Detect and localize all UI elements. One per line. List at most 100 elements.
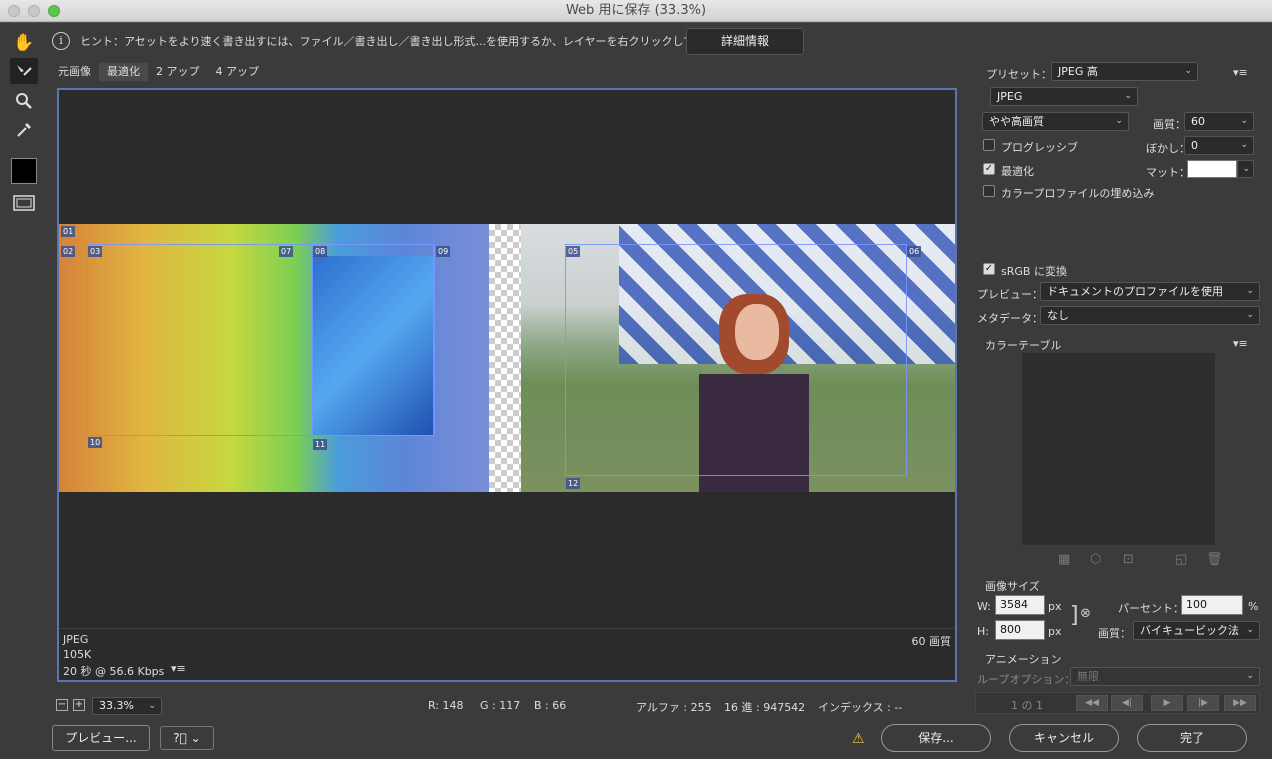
- zoom-in-button[interactable]: +: [73, 699, 85, 711]
- quality-preset-select[interactable]: やや高画質 ⌄: [982, 112, 1129, 131]
- done-button[interactable]: 完了: [1137, 724, 1247, 752]
- matte-color-swatch[interactable]: [1187, 160, 1237, 178]
- last-frame-icon[interactable]: ▶▶: [1224, 695, 1256, 711]
- blur-input[interactable]: 0 ⌄: [1184, 136, 1254, 155]
- hand-tool-icon[interactable]: ✋: [10, 30, 38, 56]
- new-color-icon[interactable]: ◱: [1175, 552, 1187, 567]
- slice-select-tool-icon[interactable]: [10, 58, 38, 84]
- slice-box-05[interactable]: [565, 244, 907, 476]
- resample-quality-label: 画質：: [1098, 627, 1131, 640]
- color-table-label: カラーテーブル: [985, 339, 1062, 352]
- matte-select[interactable]: ⌄: [1237, 160, 1254, 178]
- slice-label-09: 09: [436, 246, 451, 257]
- status-quality: 60 画質: [911, 635, 952, 648]
- transparent-area: [489, 224, 521, 492]
- preset-value: JPEG 高: [1058, 65, 1098, 78]
- percent-input[interactable]: 100: [1181, 595, 1243, 615]
- details-button[interactable]: 詳細情報: [686, 28, 804, 55]
- image-preview: 01 02 03 05 06 07 08 09 10 11 12: [59, 224, 955, 492]
- browser-select[interactable]: ?⃝ ⌄: [160, 726, 214, 750]
- optimized-checkbox[interactable]: ✓: [983, 163, 995, 175]
- chevron-down-icon: ⌄: [1124, 91, 1132, 101]
- close-window-button[interactable]: [8, 5, 20, 17]
- lock-icon[interactable]: ⊡: [1123, 552, 1134, 567]
- quality-preset-value: やや高画質: [989, 115, 1044, 128]
- previous-frame-icon[interactable]: ◀|: [1111, 695, 1143, 711]
- slice-label-11: 11: [313, 439, 328, 450]
- chevron-down-icon: ⌄: [1246, 310, 1254, 320]
- preview-in-browser-button[interactable]: プレビュー...: [52, 725, 150, 751]
- loop-options-label: ループオプション：: [977, 673, 1076, 686]
- warning-icon: ⚠: [852, 731, 865, 747]
- tab-optimized[interactable]: 最適化: [99, 63, 148, 81]
- tab-original[interactable]: 元画像: [50, 63, 99, 81]
- loop-select[interactable]: 無限 ⌄: [1070, 667, 1260, 686]
- browser-help-icon: ?⃝: [173, 731, 187, 745]
- slice-box-08[interactable]: [312, 244, 434, 436]
- zoom-tool-icon[interactable]: [10, 88, 38, 114]
- slice-label-06: 06: [907, 246, 922, 257]
- toggle-slices-visibility-icon[interactable]: [10, 190, 38, 216]
- progressive-checkbox[interactable]: [983, 139, 995, 151]
- play-icon[interactable]: ▶: [1151, 695, 1183, 711]
- width-label: W:: [977, 600, 991, 613]
- percent-label: パーセント：: [1118, 602, 1184, 615]
- save-button[interactable]: 保存...: [881, 724, 991, 752]
- slice-label-01: 01: [61, 226, 76, 237]
- zoom-level-select[interactable]: 33.3% ⌄: [92, 697, 162, 715]
- status-download-time: 20 秒 @ 56.6 Kbps: [63, 665, 165, 678]
- optimize-menu-icon[interactable]: ▾≡: [1233, 66, 1248, 79]
- color-b-readout: B : 66: [534, 699, 567, 712]
- preview-canvas[interactable]: 01 02 03 05 06 07 08 09 10 11 12 JPEG 10…: [57, 88, 957, 682]
- trash-icon[interactable]: 🗑: [1206, 552, 1223, 567]
- preview-select[interactable]: ドキュメントのプロファイルを使用 ⌄: [1040, 282, 1260, 301]
- progressive-label: プログレッシブ: [1001, 141, 1078, 154]
- status-filesize: 105K: [63, 648, 92, 661]
- metadata-label: メタデータ：: [977, 312, 1043, 325]
- zoom-window-button[interactable]: [48, 5, 60, 17]
- title-bar: Web 用に保存 (33.3%): [0, 0, 1272, 22]
- srgb-label: sRGB に変換: [1001, 265, 1067, 278]
- color-table-area[interactable]: [1022, 353, 1215, 545]
- cube-icon[interactable]: ⬡: [1090, 552, 1101, 567]
- color-g-readout: G : 117: [480, 699, 521, 712]
- link-icon[interactable]: ⊗: [1080, 606, 1091, 621]
- chevron-down-icon: ⌄: [1242, 164, 1250, 174]
- chevron-down-icon: ⌄: [1240, 116, 1248, 126]
- color-table-menu-icon[interactable]: ▾≡: [1233, 337, 1248, 350]
- quality-input[interactable]: 60 ⌄: [1184, 112, 1254, 131]
- tab-4-up[interactable]: 4 アップ: [208, 63, 268, 81]
- tab-2-up[interactable]: 2 アップ: [148, 63, 208, 81]
- percent-unit: %: [1248, 600, 1259, 613]
- status-format: JPEG: [63, 633, 89, 646]
- width-input[interactable]: 3584: [995, 595, 1045, 615]
- preset-select[interactable]: JPEG 高 ⌄: [1051, 62, 1198, 81]
- view-tabs: 元画像 最適化 2 アップ 4 アップ: [50, 63, 267, 81]
- eyedropper-tool-icon[interactable]: [10, 117, 38, 143]
- first-frame-icon[interactable]: ◀◀: [1076, 695, 1108, 711]
- download-rate-menu-icon[interactable]: ▾≡: [171, 662, 186, 675]
- hint-text: ヒント：アセットをより速く書き出すには、ファイル／書き出し／書き出し形式...を…: [80, 35, 728, 48]
- height-input[interactable]: 800: [995, 620, 1045, 640]
- slice-label-08: 08: [313, 246, 328, 257]
- color-r-readout: R: 148: [428, 699, 464, 712]
- quality-label: 画質：: [1153, 118, 1186, 131]
- next-frame-icon[interactable]: |▶: [1187, 695, 1219, 711]
- chevron-down-icon: ⌄: [1115, 116, 1123, 126]
- chevron-down-icon: ⌄: [1246, 671, 1254, 681]
- resample-select[interactable]: バイキュービック法 ⌄: [1133, 621, 1260, 640]
- eyedropper-color-swatch[interactable]: [11, 158, 37, 184]
- web-snap-icon[interactable]: ▦: [1058, 552, 1070, 567]
- cancel-button[interactable]: キャンセル: [1009, 724, 1119, 752]
- format-select[interactable]: JPEG ⌄: [990, 87, 1138, 106]
- slice-label-02: 02: [61, 246, 76, 257]
- zoom-out-button[interactable]: −: [56, 699, 68, 711]
- zoom-level-value: 33.3%: [99, 699, 134, 712]
- minimize-window-button[interactable]: [28, 5, 40, 17]
- metadata-value: なし: [1047, 309, 1069, 322]
- metadata-select[interactable]: なし ⌄: [1040, 306, 1260, 325]
- embed-profile-checkbox[interactable]: [983, 185, 995, 197]
- window-title: Web 用に保存 (33.3%): [565, 3, 707, 18]
- constrain-proportions-icon[interactable]: ]: [1070, 603, 1079, 628]
- srgb-checkbox[interactable]: ✓: [983, 263, 995, 275]
